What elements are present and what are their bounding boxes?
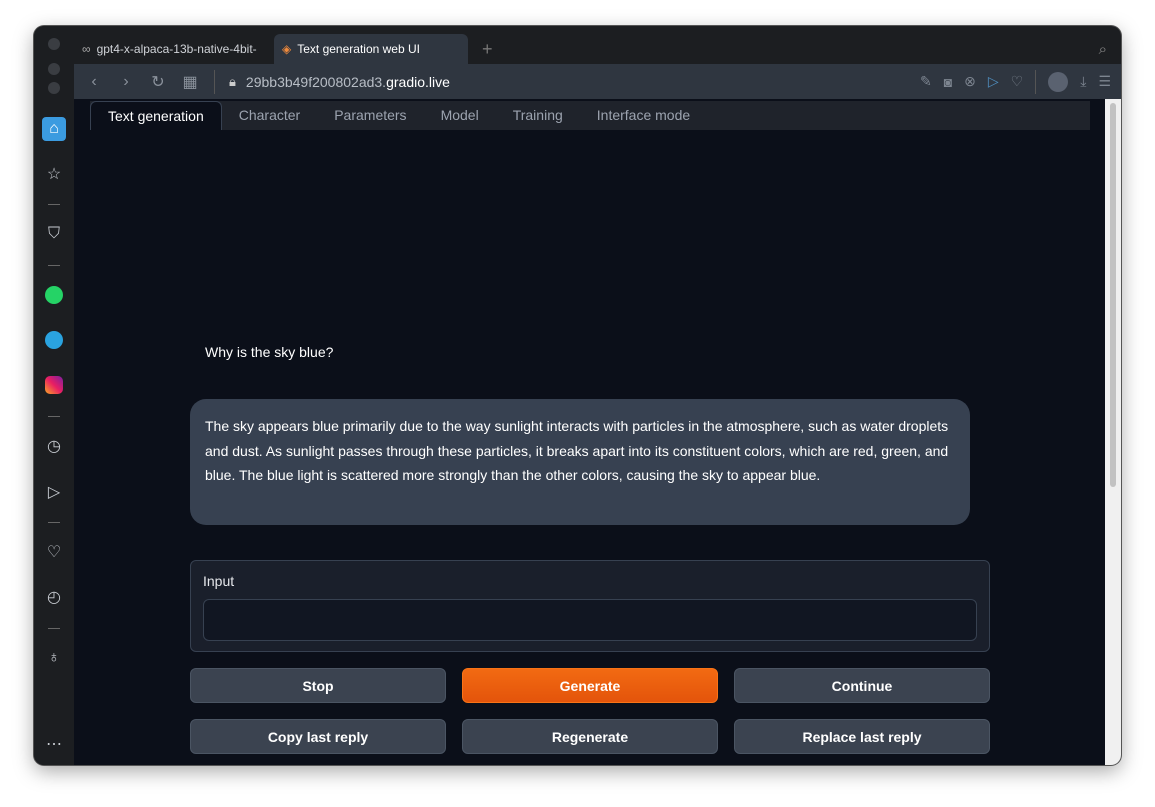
tab-text-generation[interactable]: Text generation bbox=[90, 101, 222, 130]
heart-icon[interactable]: ♡ bbox=[1011, 73, 1024, 90]
heart-icon[interactable]: ♡ bbox=[42, 540, 66, 564]
browser-tab-active[interactable]: ◈ Text generation web UI bbox=[274, 34, 468, 64]
lightbulb-icon[interactable]: ♁ bbox=[42, 646, 66, 670]
new-tab-button[interactable]: + bbox=[474, 34, 501, 64]
infinity-icon: ∞ bbox=[82, 42, 91, 56]
user-message: Why is the sky blue? bbox=[205, 344, 334, 360]
window-minimize-button[interactable] bbox=[48, 63, 60, 75]
browser-window: ⌂ ☆ ⛉ ◷ ▷ ♡ ◴ ♁ ⋯ ∞ gpt4-x-alpaca-13b-na… bbox=[34, 26, 1121, 765]
telegram-icon[interactable] bbox=[42, 328, 66, 352]
lock-icon: 🔒︎ bbox=[229, 73, 236, 89]
url-domain: gradio.live bbox=[386, 73, 450, 90]
tab-interface-mode[interactable]: Interface mode bbox=[580, 101, 707, 130]
forward-icon[interactable]: › bbox=[110, 73, 142, 91]
divider bbox=[48, 265, 60, 266]
history-icon[interactable]: ◴ bbox=[42, 585, 66, 609]
player-icon[interactable]: ◷ bbox=[42, 434, 66, 458]
window-close-button[interactable] bbox=[48, 38, 60, 50]
window-maximize-button[interactable] bbox=[48, 82, 60, 94]
camera-icon[interactable]: ◙ bbox=[944, 74, 952, 90]
send-icon[interactable]: ▷ bbox=[42, 480, 66, 504]
reload-icon[interactable]: ↻ bbox=[142, 72, 174, 92]
settings-sliders-icon[interactable]: ☰ bbox=[1098, 73, 1111, 90]
shopping-bag-icon[interactable]: ⛉ bbox=[42, 222, 66, 246]
back-icon[interactable]: ‹ bbox=[78, 73, 110, 91]
divider bbox=[1035, 69, 1037, 94]
tab-title: Text generation web UI bbox=[297, 42, 420, 56]
generate-button[interactable]: Generate bbox=[462, 668, 718, 703]
download-icon[interactable]: ⤓ bbox=[1080, 73, 1086, 90]
layers-icon: ◈ bbox=[282, 42, 292, 56]
tab-character[interactable]: Character bbox=[222, 101, 317, 130]
star-icon[interactable]: ☆ bbox=[42, 162, 66, 186]
input-block: Input bbox=[190, 560, 990, 652]
browser-tab-bar: ∞ gpt4-x-alpaca-13b-native-4bit- ◈ Text … bbox=[74, 26, 1121, 64]
page-content: Text generation Character Parameters Mod… bbox=[74, 99, 1105, 765]
more-icon[interactable]: ⋯ bbox=[42, 732, 66, 756]
search-icon[interactable]: ⌕ bbox=[1091, 34, 1115, 64]
bot-message: The sky appears blue primarily due to th… bbox=[190, 399, 970, 525]
tab-parameters[interactable]: Parameters bbox=[317, 101, 423, 130]
continue-button[interactable]: Continue bbox=[734, 668, 990, 703]
send-icon[interactable]: ▷ bbox=[988, 73, 999, 90]
tab-model[interactable]: Model bbox=[424, 101, 496, 130]
app-tabs: Text generation Character Parameters Mod… bbox=[90, 101, 1090, 130]
tab-title: gpt4-x-alpaca-13b-native-4bit- bbox=[96, 42, 257, 56]
url-field[interactable]: 29bb3b49f200802ad3.gradio.live bbox=[246, 74, 450, 90]
address-bar: ‹ › ↻ ▦ 🔒︎ 29bb3b49f200802ad3.gradio.liv… bbox=[74, 64, 1121, 99]
divider bbox=[214, 69, 215, 94]
tabs-grid-icon[interactable]: ▦ bbox=[174, 72, 206, 92]
share-icon[interactable]: ✎ bbox=[920, 73, 932, 90]
replace-last-reply-button[interactable]: Replace last reply bbox=[734, 719, 990, 754]
divider bbox=[48, 204, 60, 205]
copy-last-reply-button[interactable]: Copy last reply bbox=[190, 719, 446, 754]
scrollbar-thumb[interactable] bbox=[1110, 103, 1116, 487]
divider bbox=[48, 416, 60, 417]
browser-tab[interactable]: ∞ gpt4-x-alpaca-13b-native-4bit- bbox=[74, 34, 266, 64]
input-textbox[interactable] bbox=[203, 599, 977, 641]
url-prefix: 29bb3b49f200802ad3. bbox=[245, 73, 387, 90]
regenerate-button[interactable]: Regenerate bbox=[462, 719, 718, 754]
divider bbox=[48, 522, 60, 523]
instagram-icon[interactable] bbox=[42, 373, 66, 397]
tab-training[interactable]: Training bbox=[496, 101, 580, 130]
stop-button[interactable]: Stop bbox=[190, 668, 446, 703]
divider bbox=[48, 628, 60, 629]
browser-sidebar: ⌂ ☆ ⛉ ◷ ▷ ♡ ◴ ♁ ⋯ bbox=[34, 26, 74, 765]
home-icon[interactable]: ⌂ bbox=[42, 117, 66, 141]
avatar[interactable] bbox=[1048, 71, 1069, 92]
scrollbar[interactable] bbox=[1105, 99, 1121, 765]
input-label: Input bbox=[203, 573, 235, 589]
whatsapp-icon[interactable] bbox=[42, 283, 66, 307]
shield-icon[interactable]: ⊗ bbox=[964, 73, 976, 90]
